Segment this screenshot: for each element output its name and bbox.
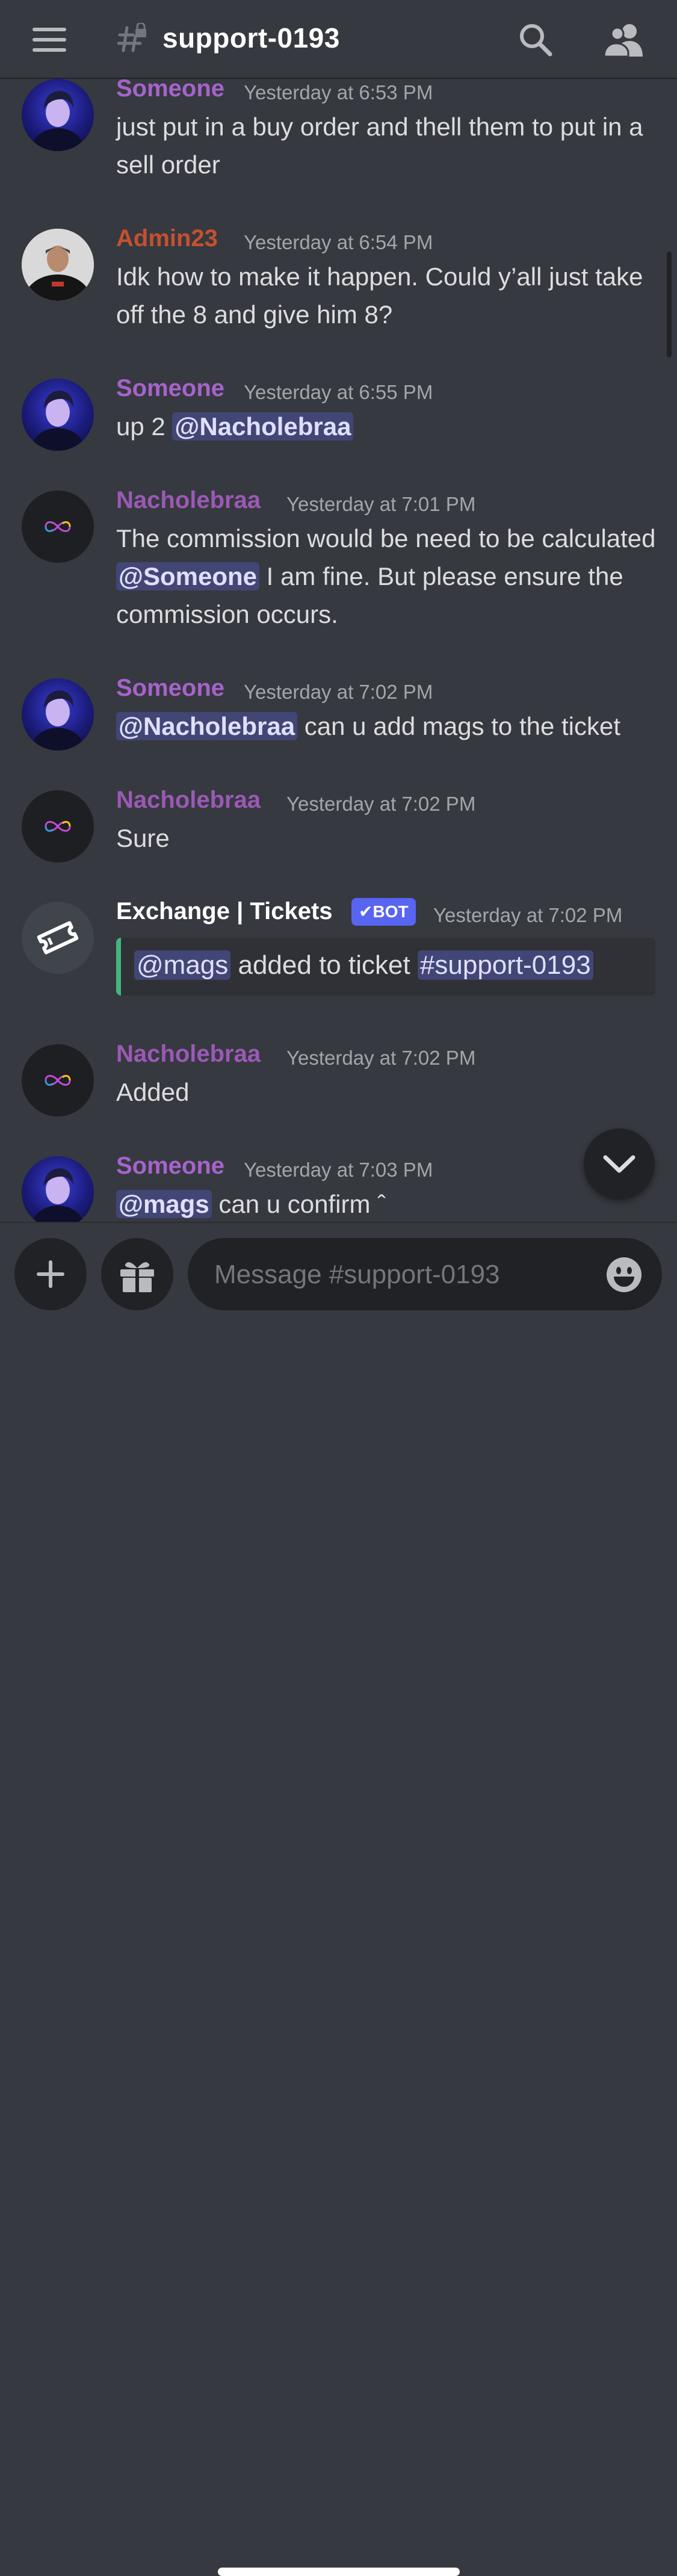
message-text-part: up 2 <box>116 412 173 441</box>
avatar[interactable] <box>22 902 94 974</box>
channel-mention[interactable]: #support-0193 <box>417 950 593 980</box>
user-mention[interactable]: @Nacholebraa <box>172 412 354 441</box>
message-timestamp: Yesterday at 6:55 PM <box>244 381 433 403</box>
search-icon[interactable] <box>518 22 554 58</box>
avatar[interactable] <box>22 79 94 151</box>
system-embed: @mags added to ticket #support-0193 <box>116 938 655 995</box>
message-author[interactable]: Exchange | Tickets <box>116 898 333 925</box>
avatar[interactable] <box>22 491 94 563</box>
message-input-wrapper[interactable] <box>188 1238 662 1310</box>
message-timestamp: Yesterday at 7:02 PM <box>244 681 433 703</box>
hamburger-icon[interactable] <box>32 26 67 53</box>
user-mention[interactable]: @mags <box>116 1190 212 1218</box>
message-text: The commission would be need to be calcu… <box>116 519 658 633</box>
message-input[interactable] <box>213 1250 589 1299</box>
avatar[interactable] <box>22 1156 94 1222</box>
chevron-down-icon <box>603 1155 635 1173</box>
user-mention[interactable]: @Nacholebraa <box>116 712 298 740</box>
embed-text-part: added to ticket <box>230 950 418 980</box>
message-timestamp: Yesterday at 7:02 PM <box>286 1047 476 1069</box>
channel-header: support-0193 <box>0 0 677 79</box>
message-timestamp: Yesterday at 6:54 PM <box>244 231 433 253</box>
avatar[interactable] <box>22 379 94 451</box>
embed-text: @mags added to ticket #support-0193 <box>134 946 593 985</box>
message-timestamp: Yesterday at 7:01 PM <box>286 493 476 515</box>
message-text: @Nacholebraa can u add mags to the ticke… <box>116 707 658 745</box>
message-author[interactable]: Someone <box>116 79 224 102</box>
emoji-icon[interactable] <box>605 1256 643 1293</box>
message-text: Sure <box>116 824 170 852</box>
bot-badge: ✔BOT <box>351 898 416 926</box>
bot-badge-label: BOT <box>373 902 409 921</box>
message-text-part: can u add mags to the ticket <box>297 712 621 740</box>
message-timestamp: Yesterday at 7:02 PM <box>433 904 623 926</box>
message-timestamp: Yesterday at 7:03 PM <box>244 1159 433 1181</box>
home-indicator <box>218 2568 460 2576</box>
gift-icon <box>120 1262 154 1292</box>
message-text: Added <box>116 1078 190 1106</box>
message-text: Idk how to make it happen. Could y’all j… <box>116 262 643 329</box>
message-composer <box>0 1222 677 2576</box>
avatar[interactable] <box>22 678 94 751</box>
scrollbar[interactable] <box>667 252 672 358</box>
attach-button[interactable] <box>14 1238 87 1310</box>
locked-hash-icon <box>117 23 146 52</box>
members-icon[interactable] <box>603 22 644 58</box>
channel-title[interactable]: support-0193 <box>162 22 340 54</box>
message-text-part: can u confirm ˆ <box>211 1190 386 1218</box>
user-mention[interactable]: @mags <box>134 950 231 980</box>
avatar[interactable] <box>22 229 94 301</box>
message-text: @mags can u confirm ˆ <box>116 1185 658 1222</box>
message-author[interactable]: Admin23 <box>116 225 218 252</box>
message-author[interactable]: Someone <box>116 675 224 702</box>
message-timestamp: Yesterday at 6:53 PM <box>244 81 433 104</box>
jump-to-present-button[interactable] <box>584 1129 655 1200</box>
message-text: up 2 @Nacholebraa <box>116 407 658 445</box>
gift-button[interactable] <box>101 1238 173 1310</box>
message-list[interactable]: Someone Yesterday at 6:53 PM just put in… <box>0 79 677 1222</box>
message-author[interactable]: Someone <box>116 375 224 402</box>
message-timestamp: Yesterday at 7:02 PM <box>286 793 476 815</box>
avatar[interactable] <box>22 1044 94 1116</box>
message-text-part: The commission would be need to be calcu… <box>116 524 656 553</box>
message-author[interactable]: Someone <box>116 1153 224 1180</box>
plus-icon <box>37 1260 64 1288</box>
message-author[interactable]: Nacholebraa <box>116 787 261 814</box>
message-text: just put in a buy order and thell them t… <box>116 113 643 179</box>
user-mention[interactable]: @Someone <box>116 562 259 590</box>
message-author[interactable]: Nacholebraa <box>116 487 261 514</box>
avatar[interactable] <box>22 790 94 862</box>
message-author[interactable]: Nacholebraa <box>116 1041 261 1068</box>
